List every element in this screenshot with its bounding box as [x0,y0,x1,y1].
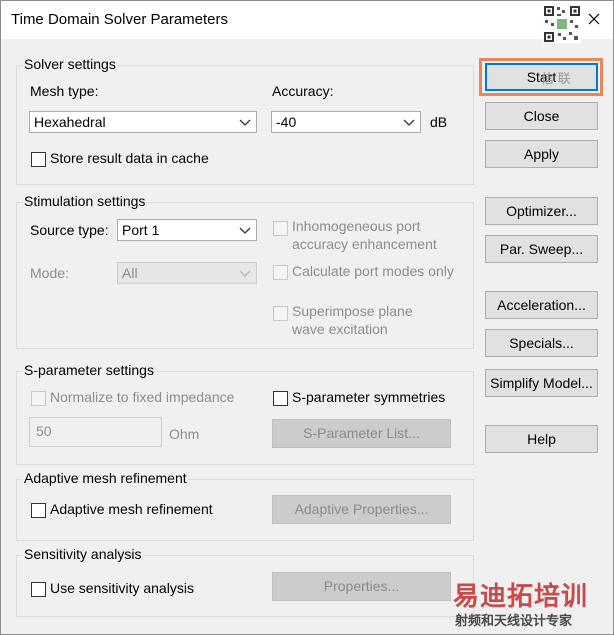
sparameter-symmetries-label[interactable]: S-parameter symmetries [292,389,445,405]
adaptive-properties-button[interactable]: Adaptive Properties... [272,495,451,524]
accuracy-value: -40 [276,114,297,130]
inhomogeneous-label-line1: Inhomogeneous port [292,218,421,234]
impedance-value: 50 [36,423,52,439]
mode-select[interactable]: All [117,262,257,284]
watermark-tagline: 射频和天线设计专家 [455,613,573,628]
watermark-small: 信 联 [541,71,571,86]
calc-port-modes-label: Calculate port modes only [292,263,454,279]
source-type-select[interactable]: Port 1 [117,219,257,241]
window-title: Time Domain Solver Parameters [11,11,229,28]
mesh-type-value: Hexahedral [34,114,106,130]
inhomogeneous-label-line2: accuracy enhancement [292,236,437,252]
sensitivity-title: Sensitivity analysis [23,546,143,562]
chevron-down-icon [403,119,415,126]
superimpose-label-line1: Superimpose plane [292,303,413,319]
sensitivity-properties-button[interactable]: Properties... [272,572,451,601]
title-bar: Time Domain Solver Parameters [1,1,613,43]
watermark-brand: 易迪拓培训 [453,581,589,611]
dialog-window: Time Domain Solver Parameters Solver set… [0,0,614,635]
chevron-down-icon [239,227,251,234]
store-cache-label[interactable]: Store result data in cache [50,150,209,166]
chevron-down-icon [239,119,251,126]
source-type-value: Port 1 [122,222,160,238]
close-button[interactable]: Close [485,102,598,130]
sparameter-settings-title: S-parameter settings [23,362,155,378]
normalize-impedance-label: Normalize to fixed impedance [50,389,235,405]
superimpose-label-line2: wave excitation [292,321,388,337]
store-cache-checkbox[interactable] [31,152,46,167]
simplify-model-button[interactable]: Simplify Model... [485,369,598,397]
normalize-impedance-checkbox[interactable] [31,391,46,406]
sensitivity-checkbox[interactable] [31,582,46,597]
mesh-type-label: Mesh type: [30,83,99,99]
chevron-down-icon [239,270,251,277]
impedance-input[interactable]: 50 [29,417,162,447]
help-button[interactable]: Help [485,425,598,453]
optimizer-button[interactable]: Optimizer... [485,197,598,225]
adaptive-mesh-label[interactable]: Adaptive mesh refinement [50,501,213,517]
acceleration-button[interactable]: Acceleration... [485,291,598,319]
close-icon[interactable] [584,9,604,29]
superimpose-checkbox[interactable] [273,306,288,321]
sparameter-symmetries-checkbox[interactable] [273,391,288,406]
accuracy-unit: dB [430,114,448,130]
mode-label: Mode: [30,265,69,281]
par-sweep-button[interactable]: Par. Sweep... [485,235,598,263]
accuracy-select[interactable]: -40 [271,111,421,133]
qr-code [543,5,581,43]
adaptive-mesh-checkbox[interactable] [31,503,46,518]
mesh-type-select[interactable]: Hexahedral [29,111,257,133]
stimulation-settings-title: Stimulation settings [23,193,147,209]
inhomogeneous-checkbox[interactable] [273,221,288,236]
calc-port-modes-checkbox[interactable] [273,265,288,280]
solver-settings-title: Solver settings [23,56,117,72]
adaptive-mesh-title: Adaptive mesh refinement [23,470,188,486]
specials-button[interactable]: Specials... [485,329,598,357]
apply-button[interactable]: Apply [485,140,598,168]
source-type-label: Source type: [30,222,109,238]
accuracy-label: Accuracy: [272,83,334,99]
mode-value: All [122,265,138,281]
ohm-unit-label: Ohm [169,426,200,442]
sparameter-list-button[interactable]: S-Parameter List... [272,419,451,448]
sensitivity-label[interactable]: Use sensitivity analysis [50,580,194,596]
